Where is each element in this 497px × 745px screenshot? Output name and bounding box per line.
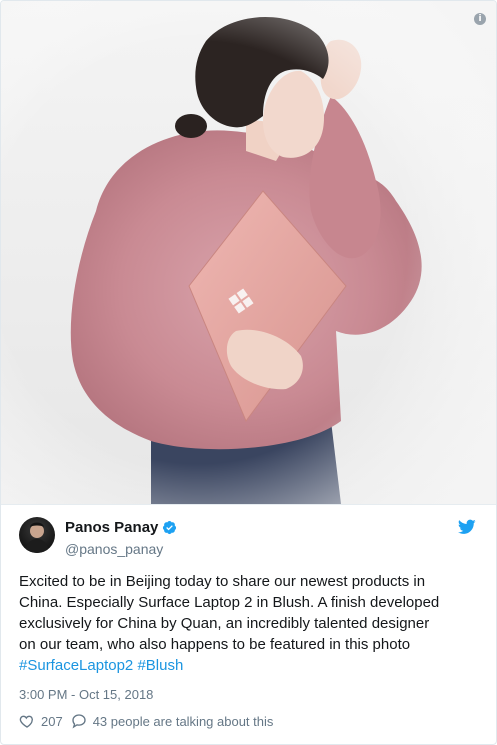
tweet-text-line: China. Especially Surface Laptop 2 in Bl… <box>19 594 440 611</box>
tweet-text-line: Excited to be in Beijing today to share … <box>19 573 426 590</box>
author-block[interactable]: Panos Panay @panos_panay <box>65 519 177 557</box>
hashtag-link[interactable]: #Blush <box>137 657 183 674</box>
like-action[interactable]: 207 <box>19 713 63 729</box>
photo-divider <box>1 504 496 505</box>
tweet-text-line: on our team, who also happens to be feat… <box>19 636 411 653</box>
avatar[interactable] <box>19 517 55 553</box>
like-count: 207 <box>41 713 63 729</box>
verified-badge-icon <box>163 520 177 535</box>
hashtag-line: #SurfaceLaptop2 #Blush <box>19 655 489 676</box>
avatar-image <box>25 522 49 553</box>
speech-bubble-icon <box>72 714 86 729</box>
tweet-header: Panos Panay @panos_panay <box>19 517 478 561</box>
photo-illustration <box>1 1 496 504</box>
twitter-bird-icon[interactable] <box>458 519 476 535</box>
tweet-card: i Panos Panay @panos_panay Excited to be… <box>0 0 497 745</box>
tweet-text: Excited to be in Beijing today to share … <box>19 571 489 676</box>
author-handle: @panos_panay <box>65 541 164 557</box>
conversation-text: 43 people are talking about this <box>92 713 274 729</box>
info-icon[interactable]: i <box>474 13 486 25</box>
author-display-name: Panos Panay <box>65 519 159 536</box>
hashtag-link[interactable]: #SurfaceLaptop2 <box>19 657 133 674</box>
heart-icon <box>19 715 33 728</box>
tweet-timestamp[interactable]: 3:00 PM - Oct 15, 2018 <box>19 687 153 702</box>
tweet-actions: 207 43 people are talking about this <box>19 713 273 729</box>
tweet-photo[interactable]: i <box>1 1 496 504</box>
author-name-row: Panos Panay <box>65 519 177 536</box>
conversation-action[interactable]: 43 people are talking about this <box>71 713 274 729</box>
tweet-text-line: exclusively for China by Quan, an incred… <box>19 615 430 632</box>
